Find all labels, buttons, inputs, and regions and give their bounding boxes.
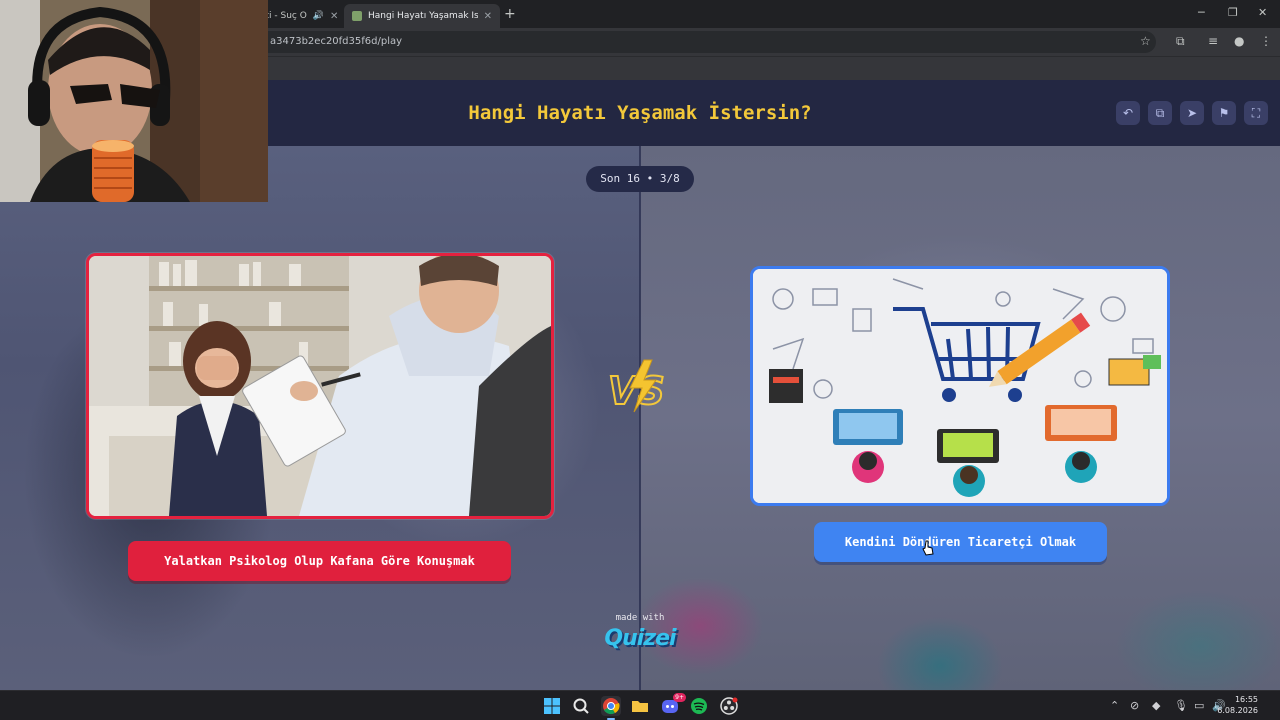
address-bar[interactable]: a3473b2ec20fd35f6d/play xyxy=(256,31,1156,53)
minimize-button[interactable]: ─ xyxy=(1198,6,1205,19)
obs-icon[interactable] xyxy=(719,696,739,716)
versus-emblem: VS xyxy=(607,359,666,414)
discord-icon[interactable]: 9+ xyxy=(660,693,686,716)
round-badge: Son 16 • 3/8 xyxy=(586,166,694,192)
speaker-icon[interactable]: 🔊 xyxy=(313,11,324,21)
header-actions: ↶ ⧉ ➤ ⚑ ⛶ xyxy=(1116,101,1268,125)
close-window-button[interactable]: ✕ xyxy=(1258,6,1267,19)
flag-icon[interactable]: ⚑ xyxy=(1212,101,1236,125)
menu-icon[interactable]: ⋮ xyxy=(1260,34,1272,48)
tray-overflow-icon[interactable]: ⌃ xyxy=(1110,699,1119,712)
left-option-label[interactable]: Yalatkan Psikolog Olup Kafana Göre Konuş… xyxy=(128,541,511,581)
extensions-icon[interactable]: ⧉ xyxy=(1176,34,1185,49)
display-icon[interactable]: ▭ xyxy=(1194,699,1204,712)
right-option-card[interactable] xyxy=(750,266,1170,506)
therapy-session-image xyxy=(89,256,551,516)
quizei-logo[interactable]: Quizei xyxy=(596,626,684,651)
left-option-card[interactable] xyxy=(86,253,554,519)
close-tab-icon[interactable]: ✕ xyxy=(484,11,492,22)
clock-date: 6.08.2026 xyxy=(1217,706,1258,715)
file-explorer-icon[interactable] xyxy=(630,696,650,716)
close-tab-icon[interactable]: ✕ xyxy=(330,11,338,22)
browser-tab-active[interactable]: Hangi Hayatı Yaşamak İstersin? ✕ xyxy=(344,4,500,28)
clock-time: 16:55 xyxy=(1234,695,1258,704)
new-tab-button[interactable]: + xyxy=(504,6,516,22)
chrome-icon[interactable] xyxy=(601,696,621,720)
favicon-icon xyxy=(352,11,362,21)
restore-button[interactable]: ❐ xyxy=(1228,6,1238,19)
bookmark-star-icon[interactable]: ☆ xyxy=(1140,34,1151,48)
media-controls-icon[interactable]: ≡ xyxy=(1208,34,1218,48)
security-icon[interactable]: ◆ xyxy=(1152,699,1160,712)
send-icon[interactable]: ➤ xyxy=(1180,101,1204,125)
fullscreen-icon[interactable]: ⛶ xyxy=(1244,101,1268,125)
share-icon[interactable]: ⧉ xyxy=(1148,101,1172,125)
tab-title: Hangi Hayatı Yaşamak İstersin? xyxy=(368,11,478,21)
network-off-icon[interactable]: ⊘ xyxy=(1130,699,1139,712)
url-text: a3473b2ec20fd35f6d/play xyxy=(270,36,403,47)
windows-taskbar: 9+ ⌃ ⊘ ◆ 🎙 ▭ 🔊 16:55 6.08.2026 xyxy=(0,690,1280,720)
made-with-label: made with xyxy=(615,613,665,623)
microphone-icon[interactable]: 🎙 xyxy=(1174,699,1188,712)
streamer-webcam-image xyxy=(0,0,268,202)
undo-icon[interactable]: ↶ xyxy=(1116,101,1140,125)
search-icon[interactable] xyxy=(571,696,591,716)
hand-cursor-icon xyxy=(922,540,934,556)
screen: ati - Suç O 🔊 ✕ Hangi Hayatı Yaşamak İst… xyxy=(0,0,1280,720)
right-option-label[interactable]: Kendini Döndüren Ticaretçi Olmak xyxy=(814,522,1107,562)
windows-start-icon[interactable] xyxy=(542,696,562,716)
system-clock[interactable]: 16:55 6.08.2026 xyxy=(1217,694,1258,716)
profile-avatar[interactable]: ● xyxy=(1234,34,1244,48)
ecommerce-doodle-image xyxy=(753,269,1167,503)
spotify-icon[interactable] xyxy=(689,696,709,716)
webcam-overlay xyxy=(0,0,268,202)
discord-badge: 9+ xyxy=(673,693,686,702)
center-divider xyxy=(639,146,641,690)
